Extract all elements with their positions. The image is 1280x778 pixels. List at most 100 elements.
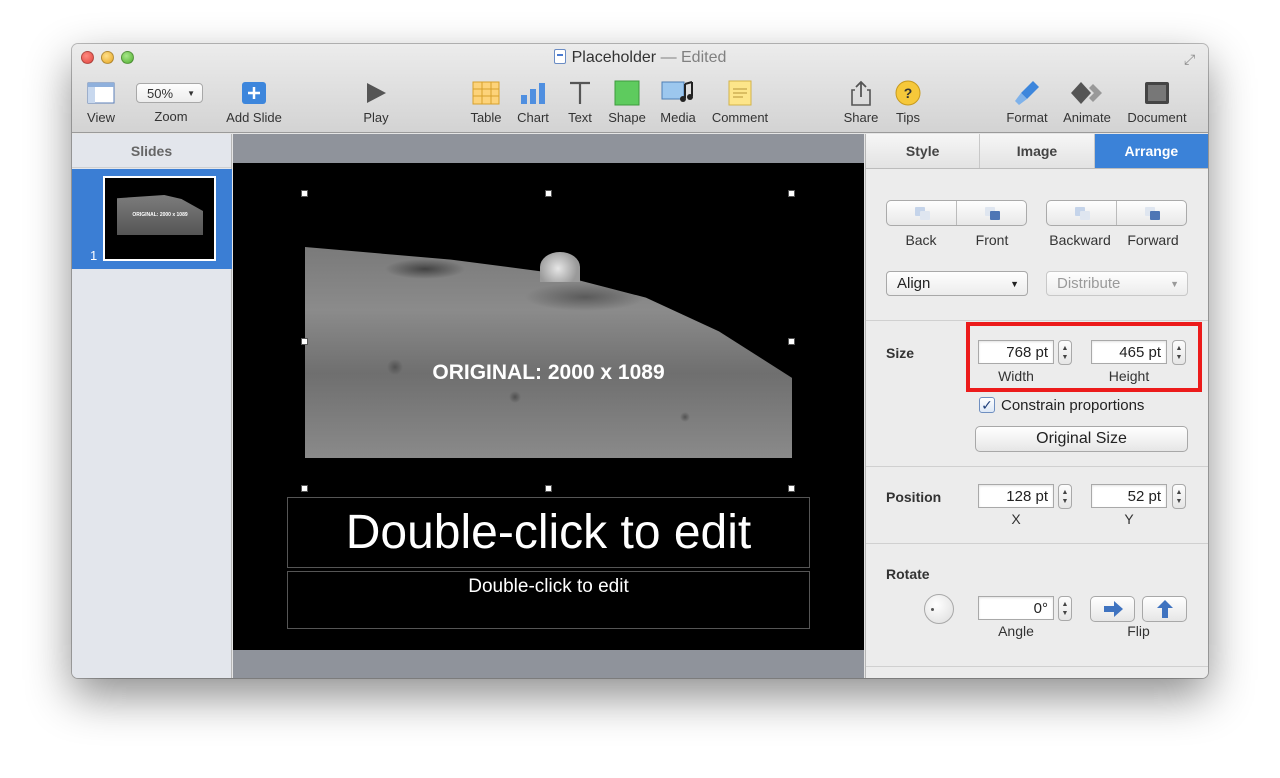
comment-button[interactable]: Comment — [708, 80, 772, 125]
arrow-right-icon — [1103, 601, 1123, 617]
tab-image[interactable]: Image — [980, 134, 1095, 168]
chart-button[interactable]: Chart — [514, 80, 552, 125]
resize-handle-top[interactable] — [545, 190, 552, 197]
distribute-label: Distribute — [1057, 275, 1121, 292]
position-x-stepper[interactable]: ▲ ▼ — [1058, 484, 1072, 509]
size-label: Size — [886, 345, 915, 361]
share-button[interactable]: Share — [842, 80, 880, 125]
resize-handle-left[interactable] — [301, 338, 308, 345]
moon-image[interactable]: ORIGINAL: 2000 x 1089 — [305, 247, 792, 458]
angle-field[interactable]: 0° — [978, 596, 1054, 620]
rotation-dial[interactable] — [924, 594, 954, 624]
edited-status: — Edited — [660, 49, 727, 66]
backward-button[interactable] — [1047, 201, 1117, 225]
front-button[interactable] — [957, 201, 1026, 225]
width-field[interactable]: 768 pt — [978, 340, 1054, 364]
rotate-label: Rotate — [886, 566, 930, 582]
earthrise-image — [540, 252, 580, 282]
document-button[interactable]: Document — [1124, 80, 1190, 125]
chevron-down-icon: ▼ — [187, 88, 195, 98]
window-title: Placeholder — Edited — [72, 49, 1208, 67]
angle-stepper[interactable]: ▲ ▼ — [1058, 596, 1072, 621]
inspector-panel: Style Image Arrange Back Front Backward … — [865, 134, 1208, 678]
add-slide-icon — [222, 80, 286, 106]
play-button[interactable]: Play — [356, 80, 396, 125]
resize-handle-bottom[interactable] — [545, 485, 552, 492]
shape-button[interactable]: Shape — [607, 80, 647, 125]
table-label: Table — [470, 110, 502, 125]
add-slide-button[interactable]: Add Slide — [222, 80, 286, 125]
animate-label: Animate — [1063, 110, 1111, 125]
back-button[interactable] — [887, 201, 957, 225]
view-icon — [82, 80, 120, 106]
share-icon — [842, 80, 880, 106]
zoom-value: 50% — [147, 85, 174, 101]
media-button[interactable]: Media — [657, 80, 699, 125]
slide-thumbnail[interactable]: ORIGINAL: 2000 x 1089 — [103, 176, 216, 261]
back-label: Back — [905, 232, 937, 248]
title-placeholder[interactable]: Double-click to edit — [287, 497, 810, 568]
view-button[interactable]: View — [82, 80, 120, 125]
chart-icon — [514, 80, 552, 106]
comment-icon — [708, 80, 772, 106]
share-label: Share — [843, 110, 879, 125]
height-field[interactable]: 465 pt — [1091, 340, 1167, 364]
animate-button[interactable]: Animate — [1060, 80, 1114, 125]
rotate-section: Rotate 0° ▲ ▼ Angle Flip — [866, 545, 1208, 667]
position-x-field[interactable]: 128 pt — [978, 484, 1054, 508]
chevron-down-icon: ▼ — [1170, 278, 1179, 289]
flip-caption: Flip — [1127, 623, 1150, 639]
send-backward-icon — [1073, 206, 1091, 220]
zoom-select[interactable]: 50% ▼ — [136, 83, 203, 103]
flip-horizontal-button[interactable] — [1090, 596, 1135, 622]
bring-forward-icon — [1143, 206, 1161, 220]
toolbar: Placeholder — Edited ⤢ View 50% ▼ Zoom Ad… — [72, 44, 1208, 133]
position-y-stepper[interactable]: ▲ ▼ — [1172, 484, 1186, 509]
position-y-field[interactable]: 52 pt — [1091, 484, 1167, 508]
document-icon — [1124, 80, 1190, 106]
forward-label: Forward — [1127, 232, 1179, 248]
slide-number: 1 — [90, 248, 98, 263]
resize-handle-right[interactable] — [788, 338, 795, 345]
arrow-up-icon — [1156, 600, 1173, 618]
distribute-popup[interactable]: Distribute ▼ — [1046, 271, 1188, 296]
format-button[interactable]: Format — [1002, 80, 1052, 125]
forward-button[interactable] — [1117, 201, 1186, 225]
chart-label: Chart — [517, 110, 549, 125]
fullscreen-icon[interactable]: ⤢ — [1184, 51, 1200, 67]
send-to-back-icon — [913, 206, 931, 220]
tab-style[interactable]: Style — [866, 134, 981, 168]
angle-caption: Angle — [998, 623, 1034, 639]
position-x-caption: X — [1011, 511, 1021, 527]
slide-canvas[interactable]: ORIGINAL: 2000 x 1089 Double-click to ed… — [233, 134, 864, 678]
text-button[interactable]: Text — [563, 80, 597, 125]
body-placeholder[interactable]: Double-click to edit — [287, 571, 810, 629]
resize-handle-bottom-right[interactable] — [788, 485, 795, 492]
format-brush-icon — [1002, 80, 1052, 106]
tab-arrange[interactable]: Arrange — [1094, 134, 1208, 168]
original-size-button[interactable]: Original Size — [975, 426, 1188, 452]
media-icon — [657, 80, 699, 106]
shape-label: Shape — [608, 110, 646, 125]
constrain-proportions-label: Constrain proportions — [1001, 397, 1145, 414]
current-slide[interactable]: ORIGINAL: 2000 x 1089 Double-click to ed… — [233, 163, 864, 650]
position-y-caption: Y — [1124, 511, 1134, 527]
resize-handle-top-right[interactable] — [788, 190, 795, 197]
slide-thumbnail-row[interactable]: 1 ORIGINAL: 2000 x 1089 — [72, 169, 232, 269]
width-caption: Width — [998, 368, 1034, 384]
view-label: View — [87, 110, 115, 125]
tips-button[interactable]: ? Tips — [890, 80, 926, 125]
constrain-proportions-checkbox[interactable]: ✓ — [979, 397, 995, 413]
zoom-control[interactable]: 50% ▼ Zoom — [136, 80, 206, 124]
svg-text:?: ? — [904, 85, 913, 101]
height-stepper[interactable]: ▲ ▼ — [1172, 340, 1186, 365]
resize-handle-bottom-left[interactable] — [301, 485, 308, 492]
width-stepper[interactable]: ▲ ▼ — [1058, 340, 1072, 365]
table-icon — [468, 80, 504, 106]
align-popup[interactable]: Align ▼ — [886, 271, 1028, 296]
resize-handle-top-left[interactable] — [301, 190, 308, 197]
chevron-down-icon: ▼ — [1010, 278, 1019, 289]
table-button[interactable]: Table — [468, 80, 504, 125]
flip-vertical-button[interactable] — [1142, 596, 1187, 622]
keynote-document-icon — [553, 49, 566, 64]
